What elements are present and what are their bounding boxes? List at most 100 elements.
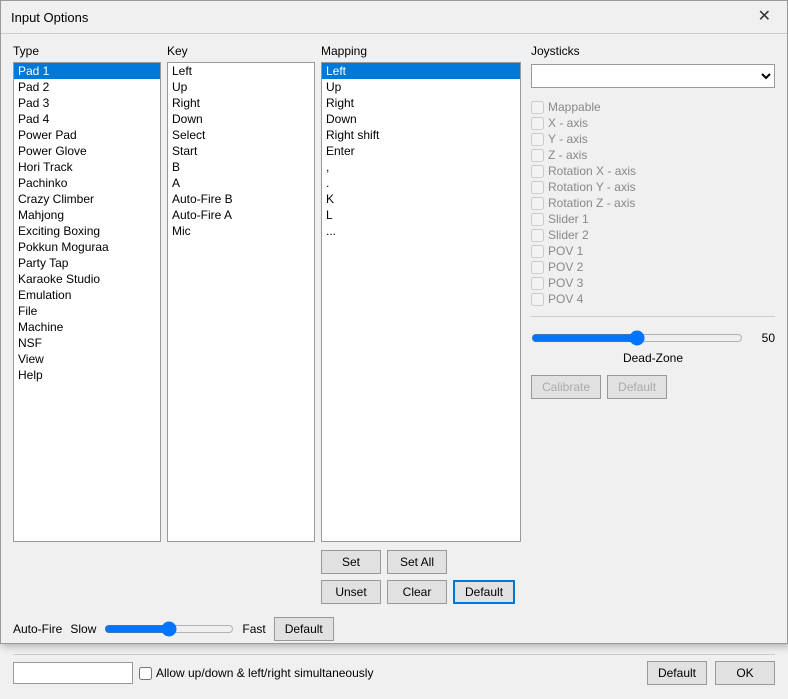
checkbox-row: POV 2 bbox=[531, 260, 775, 274]
bottom-left: Allow up/down & left/right simultaneousl… bbox=[13, 662, 373, 684]
mapping-default-button[interactable]: Default bbox=[453, 580, 515, 604]
list-item[interactable]: Start bbox=[168, 143, 314, 159]
deadzone-value: 50 bbox=[747, 331, 775, 345]
joystick-checkbox[interactable] bbox=[531, 149, 544, 162]
list-item[interactable]: Left bbox=[168, 63, 314, 79]
list-item[interactable]: Auto-Fire A bbox=[168, 207, 314, 223]
checkbox-label: Rotation Z - axis bbox=[548, 196, 635, 210]
joystick-checkbox[interactable] bbox=[531, 213, 544, 226]
checkbox-label: Y - axis bbox=[548, 132, 588, 146]
type-label: Type bbox=[13, 44, 161, 58]
list-item[interactable]: A bbox=[168, 175, 314, 191]
list-item[interactable]: NSF bbox=[14, 335, 160, 351]
checkbox-row: Y - axis bbox=[531, 132, 775, 146]
list-item[interactable]: Mahjong bbox=[14, 207, 160, 223]
list-item[interactable]: ... bbox=[322, 223, 520, 239]
list-item[interactable]: Help bbox=[14, 367, 160, 383]
list-item[interactable]: Power Glove bbox=[14, 143, 160, 159]
deadzone-section: 50 Dead-Zone bbox=[531, 329, 775, 365]
list-item[interactable]: , bbox=[322, 159, 520, 175]
list-item[interactable]: File bbox=[14, 303, 160, 319]
list-item[interactable]: L bbox=[322, 207, 520, 223]
joystick-checkbox[interactable] bbox=[531, 101, 544, 114]
set-all-button[interactable]: Set All bbox=[387, 550, 447, 574]
joystick-default-button[interactable]: Default bbox=[607, 375, 667, 399]
joystick-checkbox[interactable] bbox=[531, 117, 544, 130]
list-item[interactable]: Party Tap bbox=[14, 255, 160, 271]
list-item[interactable]: B bbox=[168, 159, 314, 175]
slow-label: Slow bbox=[70, 622, 96, 636]
joystick-checkbox[interactable] bbox=[531, 181, 544, 194]
list-item[interactable]: Pad 3 bbox=[14, 95, 160, 111]
clear-button[interactable]: Clear bbox=[387, 580, 447, 604]
joystick-checkbox[interactable] bbox=[531, 293, 544, 306]
list-item[interactable]: Karaoke Studio bbox=[14, 271, 160, 287]
deadzone-label: Dead-Zone bbox=[531, 351, 775, 365]
deadzone-slider[interactable] bbox=[531, 329, 743, 347]
bottom-default-button[interactable]: Default bbox=[647, 661, 707, 685]
autofire-label: Auto-Fire bbox=[13, 622, 62, 636]
list-item[interactable]: Enter bbox=[322, 143, 520, 159]
title-bar: Input Options ✕ bbox=[1, 1, 787, 34]
joystick-checkbox[interactable] bbox=[531, 277, 544, 290]
checkbox-label: POV 3 bbox=[548, 276, 583, 290]
checkbox-row: Rotation X - axis bbox=[531, 164, 775, 178]
list-item[interactable]: K bbox=[322, 191, 520, 207]
list-item[interactable]: Down bbox=[322, 111, 520, 127]
ok-button[interactable]: OK bbox=[715, 661, 775, 685]
joystick-checkbox[interactable] bbox=[531, 197, 544, 210]
deadzone-slider-row: 50 bbox=[531, 329, 775, 347]
close-button[interactable]: ✕ bbox=[752, 7, 777, 27]
dialog-title: Input Options bbox=[11, 10, 88, 25]
checkbox-label: POV 4 bbox=[548, 292, 583, 306]
list-item[interactable]: Hori Track bbox=[14, 159, 160, 175]
mapping-buttons-row2: Unset Clear Default bbox=[321, 580, 521, 604]
list-item[interactable]: Pad 4 bbox=[14, 111, 160, 127]
list-item[interactable]: Up bbox=[322, 79, 520, 95]
joysticks-select[interactable] bbox=[531, 64, 775, 88]
bottom-input[interactable] bbox=[13, 662, 133, 684]
list-item[interactable]: Right shift bbox=[322, 127, 520, 143]
allow-checkbox[interactable] bbox=[139, 667, 152, 680]
list-item[interactable]: Select bbox=[168, 127, 314, 143]
mapping-list-group: Mapping LeftUpRightDownRight shiftEnter,… bbox=[321, 44, 521, 608]
list-item[interactable]: Down bbox=[168, 111, 314, 127]
bottom-right: Default OK bbox=[647, 661, 775, 685]
joystick-checkbox[interactable] bbox=[531, 229, 544, 242]
list-item[interactable]: Emulation bbox=[14, 287, 160, 303]
list-item[interactable]: Up bbox=[168, 79, 314, 95]
list-item[interactable]: Pad 2 bbox=[14, 79, 160, 95]
checkbox-label: Slider 1 bbox=[548, 212, 589, 226]
autofire-default-button[interactable]: Default bbox=[274, 617, 334, 641]
list-item[interactable]: Auto-Fire B bbox=[168, 191, 314, 207]
autofire-slider[interactable] bbox=[104, 621, 234, 637]
calibrate-button[interactable]: Calibrate bbox=[531, 375, 601, 399]
joystick-checkbox[interactable] bbox=[531, 261, 544, 274]
mapping-listbox[interactable]: LeftUpRightDownRight shiftEnter,.KL... bbox=[321, 62, 521, 542]
joystick-checkbox[interactable] bbox=[531, 165, 544, 178]
joystick-checkbox[interactable] bbox=[531, 133, 544, 146]
checkbox-row: Mappable bbox=[531, 100, 775, 114]
list-item[interactable]: . bbox=[322, 175, 520, 191]
set-button[interactable]: Set bbox=[321, 550, 381, 574]
unset-button[interactable]: Unset bbox=[321, 580, 381, 604]
list-item[interactable]: Power Pad bbox=[14, 127, 160, 143]
list-item[interactable]: View bbox=[14, 351, 160, 367]
fast-label: Fast bbox=[242, 622, 265, 636]
list-item[interactable]: Exciting Boxing bbox=[14, 223, 160, 239]
list-item[interactable]: Pachinko bbox=[14, 175, 160, 191]
list-item[interactable]: Right bbox=[322, 95, 520, 111]
checkbox-row: POV 3 bbox=[531, 276, 775, 290]
checkbox-row: Rotation Z - axis bbox=[531, 196, 775, 210]
key-listbox[interactable]: LeftUpRightDownSelectStartBAAuto-Fire BA… bbox=[167, 62, 315, 542]
list-item[interactable]: Right bbox=[168, 95, 314, 111]
list-item[interactable]: Pokkun Moguraa bbox=[14, 239, 160, 255]
list-item[interactable]: Pad 1 bbox=[14, 63, 160, 79]
list-item[interactable]: Crazy Climber bbox=[14, 191, 160, 207]
list-item[interactable]: Left bbox=[322, 63, 520, 79]
joystick-checkbox[interactable] bbox=[531, 245, 544, 258]
list-item[interactable]: Mic bbox=[168, 223, 314, 239]
list-item[interactable]: Machine bbox=[14, 319, 160, 335]
type-listbox[interactable]: Pad 1Pad 2Pad 3Pad 4Power PadPower Glove… bbox=[13, 62, 161, 542]
left-lists: Type Pad 1Pad 2Pad 3Pad 4Power PadPower … bbox=[13, 44, 521, 608]
